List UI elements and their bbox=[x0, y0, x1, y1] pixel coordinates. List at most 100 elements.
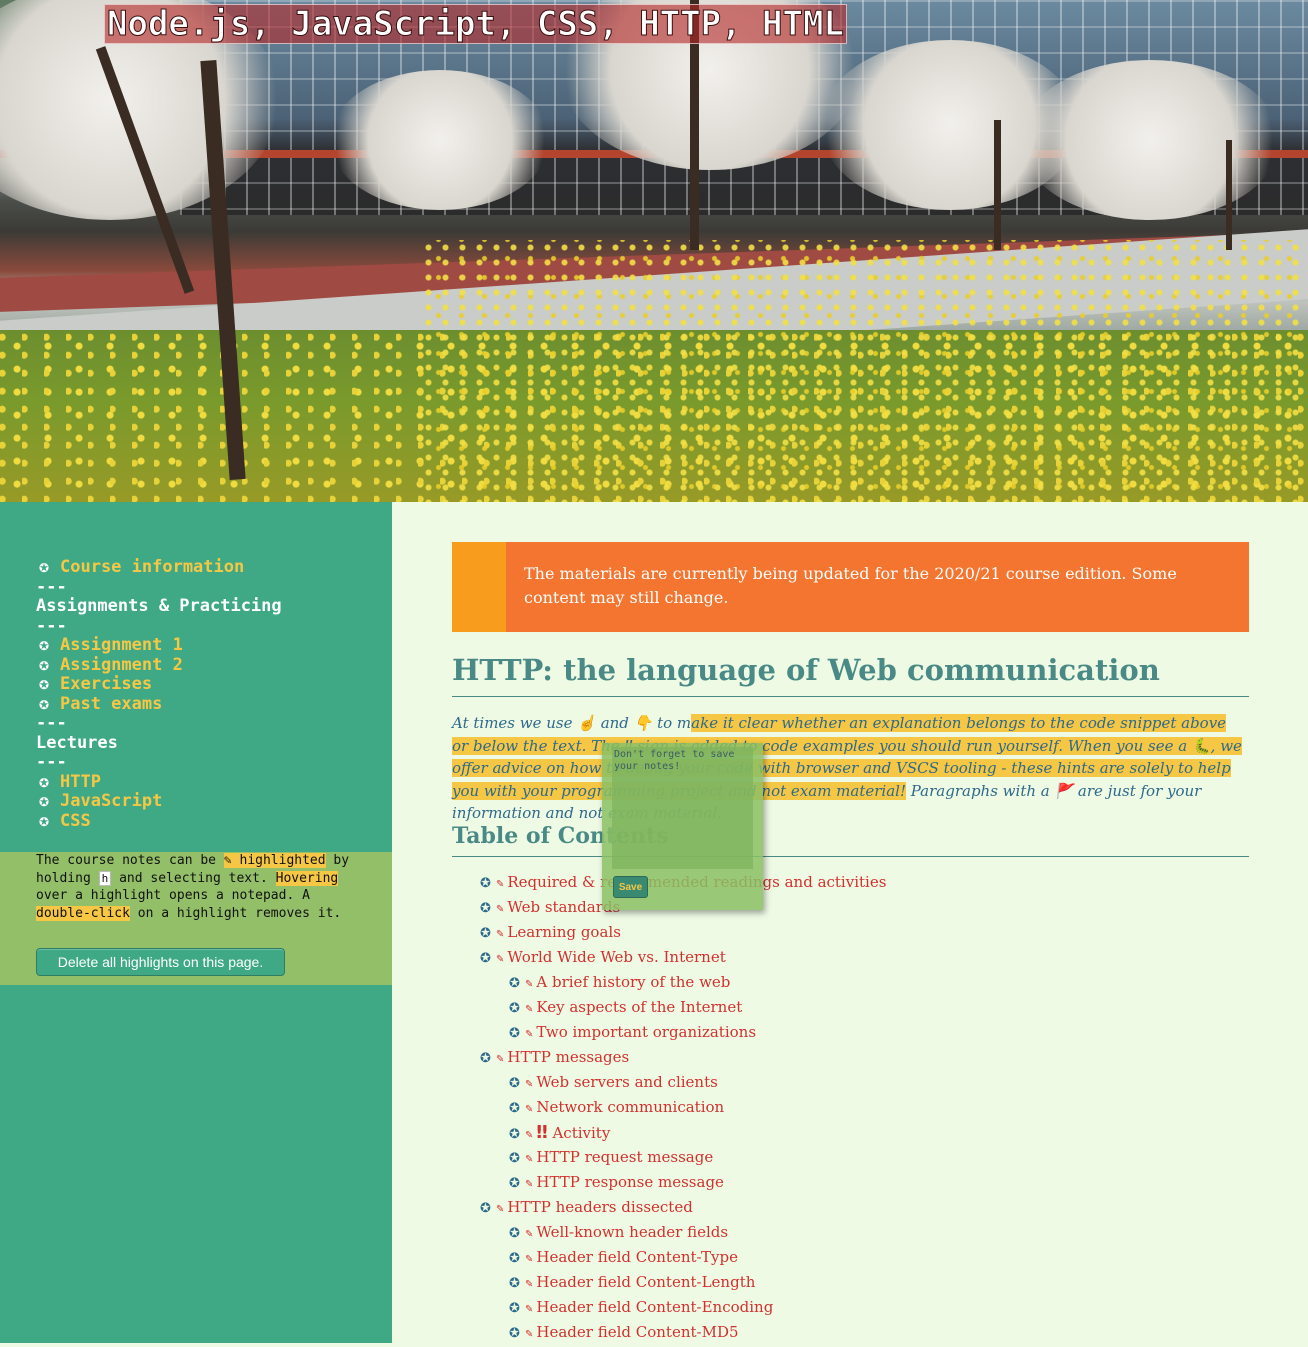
h-key: h bbox=[98, 870, 112, 886]
toc-item[interactable]: ✪ ✎ HTTP headers dissected bbox=[480, 1195, 1240, 1220]
pencil-icon: ✎ bbox=[496, 879, 505, 890]
toc-item[interactable]: ✪ ✎ Network communication bbox=[480, 1095, 1240, 1120]
toc-link[interactable]: HTTP headers dissected bbox=[507, 1198, 692, 1216]
star-bullet-icon: ✪ bbox=[509, 1251, 520, 1266]
toc-item[interactable]: ✪ ✎ Header field Content-Encoding bbox=[480, 1295, 1240, 1320]
star-icon: ✪ bbox=[38, 791, 50, 811]
sidebar-nav: ✪ Course information --- Assignments & Prac… bbox=[36, 557, 282, 832]
toc-item[interactable]: ✪ ✎ Header field Content-Length bbox=[480, 1270, 1240, 1295]
toc-link[interactable]: Header field Content-Length bbox=[536, 1273, 755, 1291]
toc-item[interactable]: ✪ ✎ A brief history of the web bbox=[480, 970, 1240, 995]
star-bullet-icon: ✪ bbox=[509, 1026, 520, 1041]
sidebar-item-http[interactable]: ✪ HTTP bbox=[36, 772, 282, 793]
pencil-icon: ✎ bbox=[525, 1279, 534, 1290]
sidebar-item-assignment-2[interactable]: ✪ Assignment 2 bbox=[36, 655, 282, 676]
toc-item[interactable]: ✪ ✎ HTTP response message bbox=[480, 1170, 1240, 1195]
toc-link[interactable]: HTTP messages bbox=[507, 1048, 629, 1066]
star-icon: ✪ bbox=[38, 635, 50, 655]
sidebar-separator: --- bbox=[36, 576, 67, 597]
highlight-notepad: Don't forget to save your notes! Save bbox=[602, 743, 763, 910]
pencil-icon: ✎ bbox=[525, 1229, 534, 1240]
pencil-icon: ✎ bbox=[496, 1054, 505, 1065]
page-title: HTTP: the language of Web communication bbox=[452, 650, 1249, 697]
star-bullet-icon: ✪ bbox=[509, 1001, 520, 1016]
toc-link[interactable]: Header field Content-MD5 bbox=[536, 1323, 738, 1341]
highlight-help-text: The course notes can be ✎ highlighted by… bbox=[36, 853, 350, 921]
toc-link[interactable]: Header field Content-Type bbox=[536, 1248, 738, 1266]
star-bullet-icon: ✪ bbox=[509, 1151, 520, 1166]
pencil-icon: ✎ bbox=[525, 1104, 534, 1115]
sidebar-item-css[interactable]: ✪ CSS bbox=[36, 810, 282, 832]
toc-link[interactable]: Network communication bbox=[536, 1098, 724, 1116]
sidebar-item-label[interactable]: Assignment 2 bbox=[60, 655, 183, 675]
sidebar-item-label[interactable]: HTTP bbox=[60, 772, 101, 792]
toc-link[interactable]: A brief history of the web bbox=[536, 973, 730, 991]
sidebar-item-assignment-1[interactable]: ✪ Assignment 1 bbox=[36, 635, 282, 656]
toc-item[interactable]: ✪ ✎ Header field Content-Type bbox=[480, 1245, 1240, 1270]
toc-item[interactable]: ✪ ✎ ‼ Activity bbox=[480, 1120, 1240, 1145]
intro-paragraph: At times we use ☝ and 👇 to make it clear… bbox=[452, 714, 1242, 822]
toc-item[interactable]: ✪ ✎ Well-known header fields bbox=[480, 1220, 1240, 1245]
toc-item[interactable]: ✪ ✎ Learning goals bbox=[480, 920, 1240, 945]
sidebar: ✪ Course information --- Assignments & Prac… bbox=[0, 502, 392, 1343]
delete-highlights-button[interactable]: Delete all highlights on this page. bbox=[36, 948, 285, 976]
pencil-icon: ✎ bbox=[525, 1004, 534, 1015]
star-icon: ✪ bbox=[38, 557, 50, 577]
sidebar-item-label[interactable]: Exercises bbox=[60, 674, 152, 694]
sidebar-item-label[interactable]: CSS bbox=[60, 811, 91, 831]
star-bullet-icon: ✪ bbox=[480, 876, 491, 891]
toc-item[interactable]: ✪ ✎ Web standards bbox=[480, 895, 1240, 920]
star-bullet-icon: ✪ bbox=[509, 1326, 520, 1341]
sidebar-separator: --- bbox=[36, 713, 67, 733]
star-bullet-icon: ✪ bbox=[509, 1301, 520, 1316]
sidebar-item-label[interactable]: Course information bbox=[60, 557, 244, 577]
star-bullet-icon: ✪ bbox=[509, 976, 520, 991]
toc-item[interactable]: ✪ ✎ Header field Content-MD5 bbox=[480, 1320, 1240, 1345]
toc-link[interactable]: Well-known header fields bbox=[536, 1223, 728, 1241]
toc-item[interactable]: ✪ ✎ Key aspects of the Internet bbox=[480, 995, 1240, 1020]
toc-item[interactable]: ✪ ✎ Web servers and clients bbox=[480, 1070, 1240, 1095]
star-bullet-icon: ✪ bbox=[480, 901, 491, 916]
toc-link[interactable]: HTTP response message bbox=[536, 1173, 724, 1191]
star-bullet-icon: ✪ bbox=[509, 1101, 520, 1116]
pencil-icon: ✎ bbox=[496, 954, 505, 965]
sidebar-section-heading: Lectures bbox=[36, 732, 118, 753]
toc-item[interactable]: ✪ ✎ HTTP messages bbox=[480, 1045, 1240, 1070]
toc-item[interactable]: ✪✎Required & recommended readings and ac… bbox=[480, 870, 1240, 895]
save-notes-button[interactable]: Save bbox=[613, 876, 648, 898]
toc-link[interactable]: Key aspects of the Internet bbox=[536, 998, 742, 1016]
star-bullet-icon: ✪ bbox=[480, 1051, 491, 1066]
toc-link[interactable]: Header field Content-Encoding bbox=[536, 1298, 773, 1316]
toc-item[interactable]: ✪ ✎ HTTP request message bbox=[480, 1145, 1240, 1170]
toc-item[interactable]: ✪ ✎ World Wide Web vs. Internet bbox=[480, 945, 1240, 970]
sidebar-item-exercises[interactable]: ✪ Exercises bbox=[36, 674, 282, 695]
star-icon: ✪ bbox=[38, 810, 50, 831]
sidebar-item-javascript[interactable]: ✪ JavaScript bbox=[36, 791, 282, 812]
toc-title: Table of Contents bbox=[452, 820, 1249, 857]
toc-item[interactable]: ✪ ✎ Two important organizations bbox=[480, 1020, 1240, 1045]
pencil-icon: ✎ bbox=[525, 1329, 534, 1340]
site-title[interactable]: Node.js, JavaScript, CSS, HTTP, HTML bbox=[104, 4, 847, 44]
toc-link[interactable]: Two important organizations bbox=[536, 1023, 756, 1041]
pencil-icon: ✎ bbox=[496, 929, 505, 940]
sidebar-separator: --- bbox=[36, 615, 67, 636]
toc-link[interactable]: Learning goals bbox=[507, 923, 621, 941]
sidebar-item-label[interactable]: Past exams bbox=[60, 694, 162, 714]
toc-link[interactable]: Activity bbox=[552, 1124, 610, 1142]
sidebar-item-label[interactable]: Assignment 1 bbox=[60, 635, 183, 655]
sidebar-item-label[interactable]: JavaScript bbox=[60, 791, 162, 811]
notes-textarea[interactable]: Don't forget to save your notes! bbox=[612, 747, 753, 869]
pencil-icon: ✎ bbox=[496, 904, 505, 915]
sidebar-item-course-information[interactable]: ✪ Course information bbox=[36, 557, 282, 578]
hero-banner: Node.js, JavaScript, CSS, HTTP, HTML bbox=[0, 0, 1308, 502]
toc-link[interactable]: Web servers and clients bbox=[536, 1073, 717, 1091]
sidebar-item-past-exams[interactable]: ✪ Past exams bbox=[36, 693, 282, 715]
star-icon: ✪ bbox=[38, 674, 50, 694]
update-notice: The materials are currently being update… bbox=[452, 542, 1249, 632]
notice-text: The materials are currently being update… bbox=[524, 564, 1177, 607]
star-icon: ✪ bbox=[38, 693, 50, 714]
sidebar-section-heading: Assignments & Practicing bbox=[36, 596, 282, 616]
star-bullet-icon: ✪ bbox=[509, 1127, 520, 1142]
toc-link[interactable]: HTTP request message bbox=[536, 1148, 713, 1166]
toc-link[interactable]: World Wide Web vs. Internet bbox=[507, 948, 725, 966]
